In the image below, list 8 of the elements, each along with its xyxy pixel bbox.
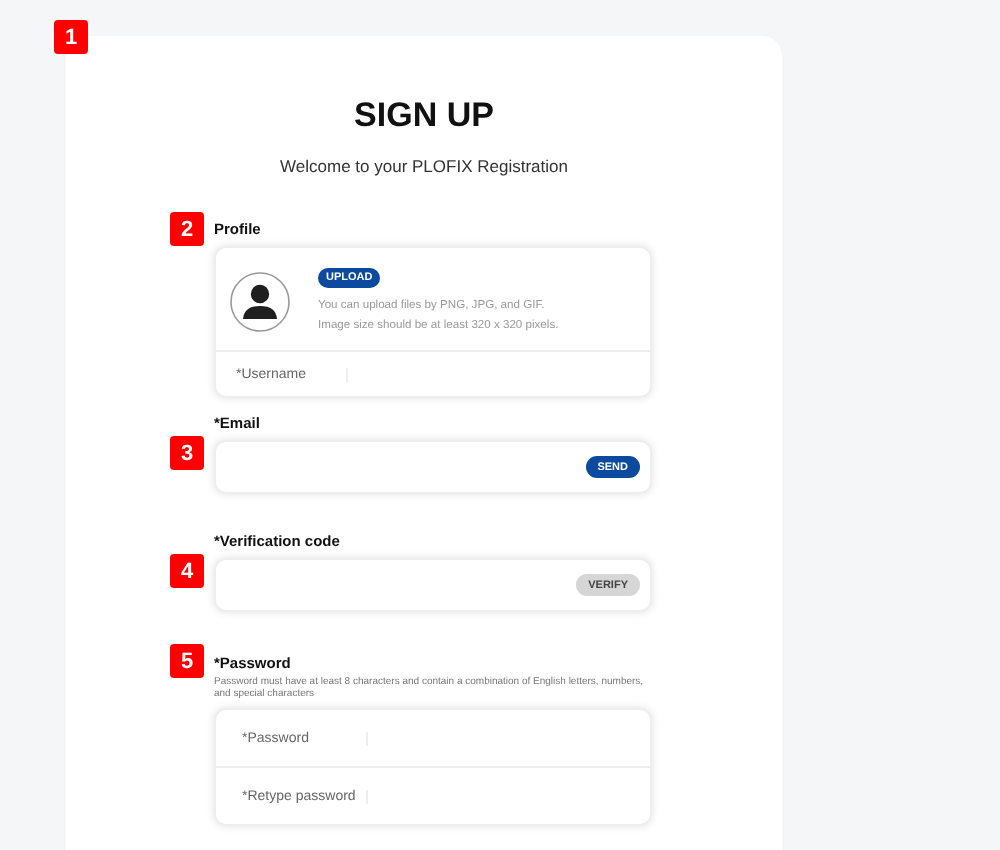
avatar-icon	[230, 272, 290, 332]
step-marker: 3	[170, 436, 204, 470]
step-marker: 5	[170, 644, 204, 678]
step-marker: 4	[170, 554, 204, 588]
page-title: SIGN UP	[354, 96, 494, 136]
step-marker: 2	[170, 212, 204, 246]
step-marker: 1	[54, 20, 88, 54]
subtitle: Welcome to your PLOFIX Registration	[280, 156, 568, 176]
